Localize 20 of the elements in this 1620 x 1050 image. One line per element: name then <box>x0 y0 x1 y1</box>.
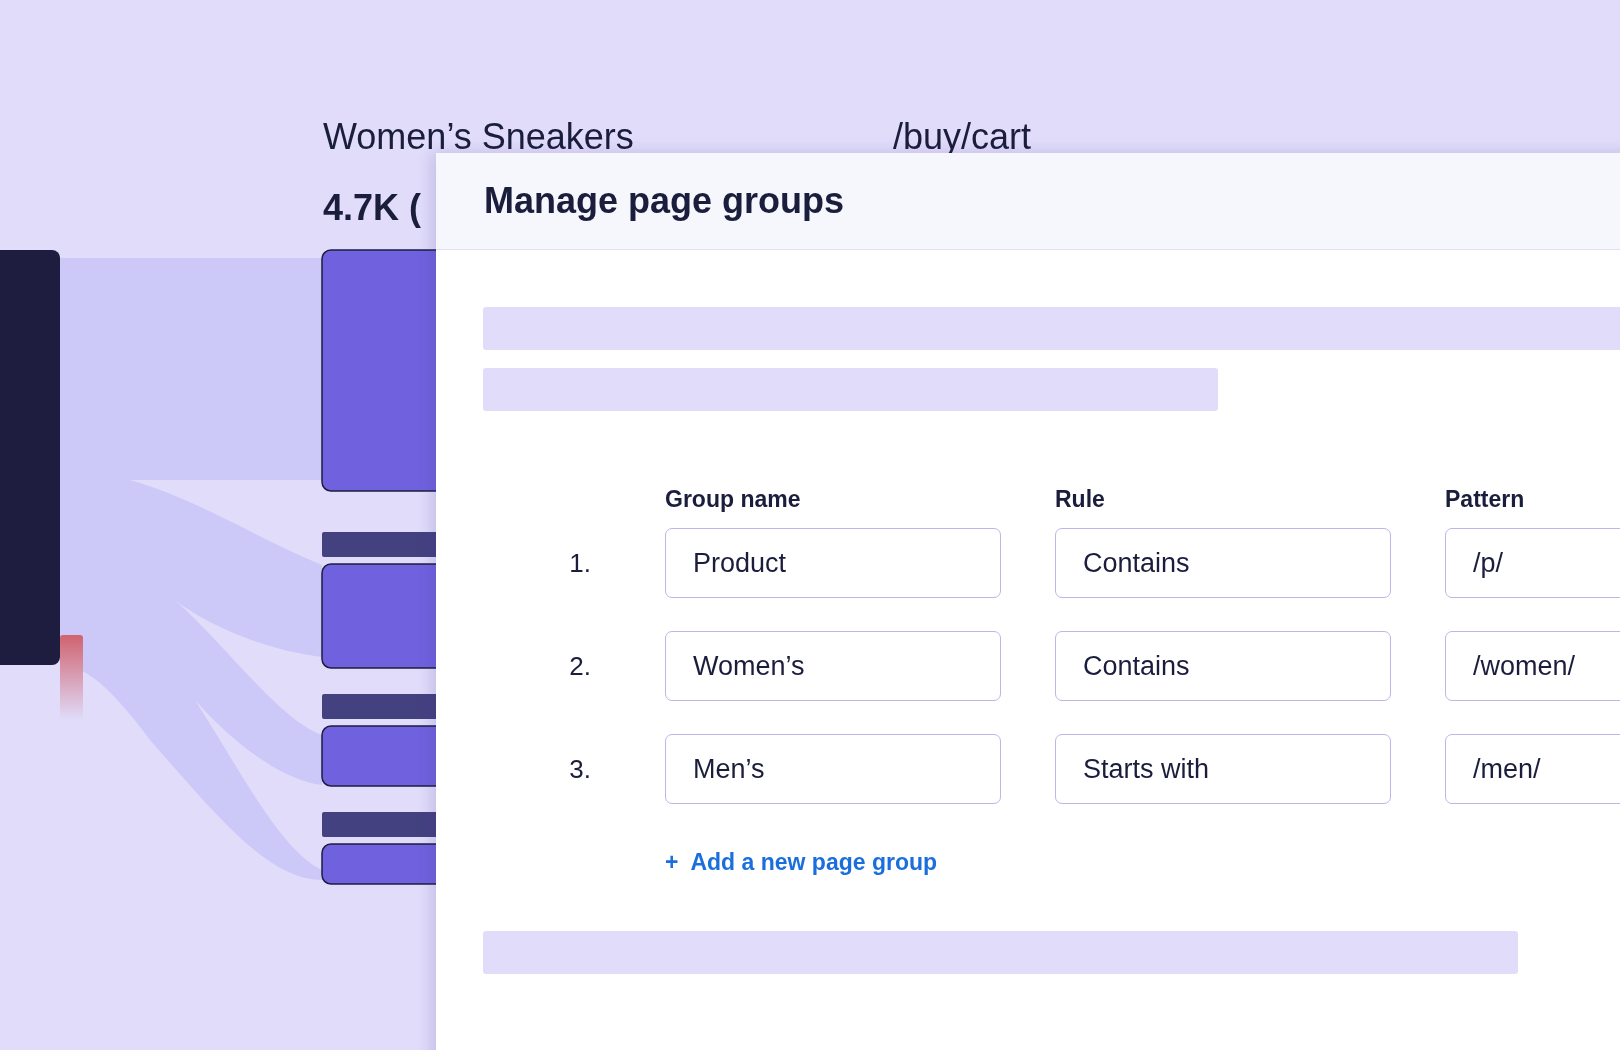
pattern-field[interactable]: /men/ <box>1445 734 1620 804</box>
rule-field[interactable]: Starts with <box>1055 734 1391 804</box>
dialog-title: Manage page groups <box>484 180 845 222</box>
node-count: 4.7K ( <box>323 188 422 228</box>
add-group-link[interactable]: + Add a new page group <box>665 849 938 876</box>
row-number: 1. <box>568 547 592 579</box>
group-name-field[interactable]: Women’s <box>665 631 1001 701</box>
rule-field[interactable]: Contains <box>1055 631 1391 701</box>
node-label: Women’s Sneakers <box>323 122 634 152</box>
pattern-field[interactable]: /women/ <box>1445 631 1620 701</box>
group-name-field[interactable]: Product <box>665 528 1001 598</box>
pattern-field[interactable]: /p/ <box>1445 528 1620 598</box>
group-name-field[interactable]: Men’s <box>665 734 1001 804</box>
row-number: 2. <box>568 650 592 682</box>
column-header: Group name <box>665 486 802 513</box>
column-header: Pattern <box>1445 486 1526 513</box>
column-header: Rule <box>1055 486 1106 513</box>
path-label: /buy/cart <box>893 122 1032 152</box>
row-number: 3. <box>568 753 592 785</box>
rule-field[interactable]: Contains <box>1055 528 1391 598</box>
